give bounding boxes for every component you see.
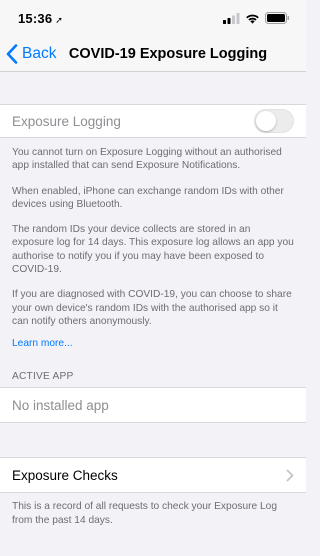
status-bar: 15:36 ➚ (0, 0, 306, 36)
location-arrow-icon: ➚ (55, 14, 63, 25)
status-time: 15:36 ➚ (18, 11, 63, 26)
info-paragraph: You cannot turn on Exposure Logging with… (12, 147, 282, 172)
exposure-checks-cell[interactable]: Exposure Checks (0, 457, 306, 494)
status-icons (223, 12, 290, 24)
time-label: 15:36 (18, 10, 53, 26)
exposure-logging-label: Exposure Logging (12, 113, 121, 129)
info-paragraph: When enabled, iPhone can exchange random… (12, 185, 284, 210)
info-paragraph: If you are diagnosed with COVID-19, you … (12, 289, 292, 327)
info-paragraph: The random IDs your device collects are … (12, 224, 294, 276)
active-app-cell: No installed app (0, 387, 306, 424)
chevron-left-icon (6, 44, 18, 64)
cellular-signal-icon (223, 12, 240, 24)
battery-icon (265, 12, 290, 24)
active-app-header: ACTIVE APP (12, 371, 74, 383)
chevron-right-icon (286, 469, 294, 482)
wifi-icon (246, 14, 259, 24)
back-button[interactable]: Back (6, 36, 56, 72)
exposure-checks-label: Exposure Checks (12, 467, 118, 483)
exposure-logging-toggle[interactable] (254, 109, 294, 133)
navigation-bar: Back COVID-19 Exposure Logging (0, 36, 306, 72)
exposure-info-text: You cannot turn on Exposure Logging with… (0, 138, 306, 328)
back-label: Back (22, 45, 57, 62)
active-app-value: No installed app (12, 397, 109, 413)
toggle-knob (256, 111, 276, 131)
exposure-logging-cell: Exposure Logging (0, 104, 306, 138)
exposure-checks-footer: This is a record of all requests to chec… (12, 501, 278, 526)
learn-more-link[interactable]: Learn more... (0, 338, 306, 349)
